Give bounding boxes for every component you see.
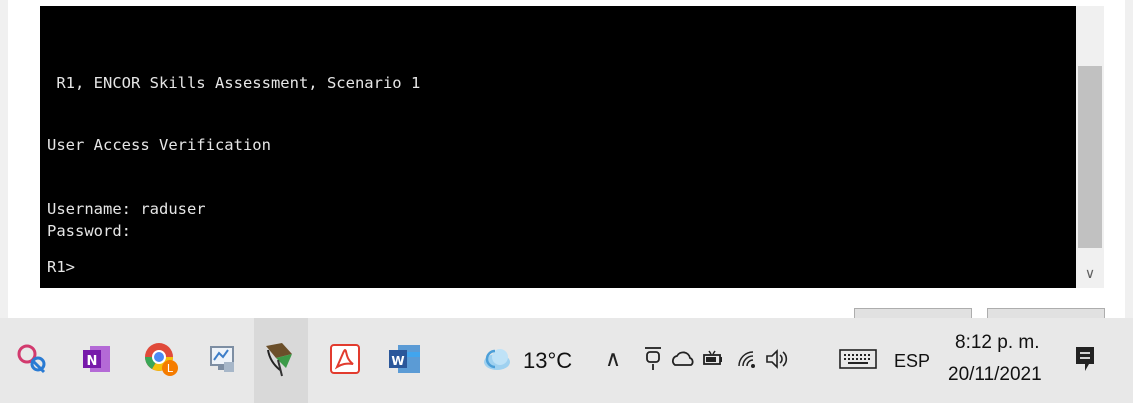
terminal-scrollbar[interactable]: ∨ [1076,6,1104,288]
input-language[interactable]: ESP [894,351,930,372]
chrome-profile-glyph: L [167,362,174,375]
weather-cloud-icon[interactable] [480,344,514,374]
system-monitor-icon[interactable] [204,340,242,378]
onedrive-cloud-icon[interactable] [670,344,696,374]
word-glyph: W [391,354,404,368]
terminal-username-line: Username: raduser [47,200,206,218]
touch-keyboard-icon[interactable] [836,344,880,374]
terminal-verification-line: User Access Verification [47,136,271,154]
battery-charging-icon[interactable] [700,344,726,374]
scrollbar-thumb[interactable] [1078,66,1102,248]
taskbar: N L W 13°C ∧ ESP 8:12 p. m. 20/11/2021 [0,318,1133,403]
chrome-icon[interactable]: L [142,340,180,378]
onenote-icon[interactable]: N [78,340,116,378]
acrobat-icon[interactable] [326,340,364,378]
clock-time[interactable]: 8:12 p. m. [955,332,1040,354]
wifi-icon[interactable] [734,344,760,374]
show-hidden-icons-chevron[interactable]: ∧ [600,344,626,374]
terminal-password-line: Password: [47,222,131,240]
terminal-console[interactable]: R1, ENCOR Skills Assessment, Scenario 1 … [40,6,1076,288]
weather-temperature[interactable]: 13°C [523,348,572,374]
word-icon[interactable]: W [386,340,424,378]
meet-now-icon[interactable] [640,344,666,374]
network-tool-icon[interactable] [262,340,300,378]
volume-icon[interactable] [764,344,790,374]
snipping-tool-icon[interactable] [14,340,52,378]
notifications-icon[interactable] [1072,342,1100,376]
onenote-glyph: N [87,354,98,369]
scroll-down-arrow-icon[interactable]: ∨ [1076,260,1104,288]
clock-date[interactable]: 20/11/2021 [948,364,1042,386]
terminal-prompt-line: R1> [47,258,75,276]
terminal-banner-line: R1, ENCOR Skills Assessment, Scenario 1 [47,74,421,92]
